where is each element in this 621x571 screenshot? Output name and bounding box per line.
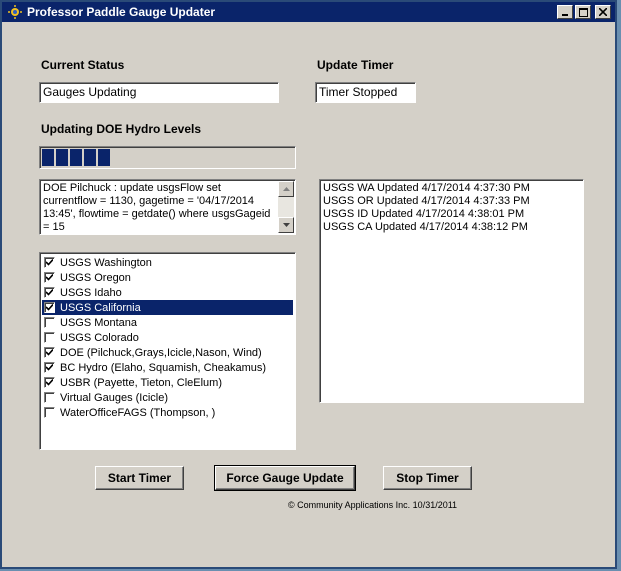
checkbox[interactable] — [44, 392, 55, 403]
update-timer-label: Update Timer — [317, 58, 394, 72]
progress-fill — [42, 149, 110, 166]
checklist-item[interactable]: USGS Montana — [42, 315, 293, 330]
current-status-label: Current Status — [41, 58, 125, 72]
checkbox[interactable] — [44, 407, 55, 418]
checkbox[interactable] — [44, 302, 55, 313]
progress-label: Updating DOE Hydro Levels — [41, 122, 202, 136]
checklist-item-label: USGS Montana — [60, 316, 138, 329]
checklist-item-label: Virtual Gauges (Icicle) — [60, 391, 169, 404]
start-timer-button[interactable]: Start Timer — [95, 466, 184, 490]
progress-block — [84, 149, 96, 166]
log-entry[interactable]: USGS WA Updated 4/17/2014 4:37:30 PM — [323, 182, 580, 195]
stop-timer-button[interactable]: Stop Timer — [383, 466, 472, 490]
check-icon — [46, 379, 53, 386]
checklist-item[interactable]: USGS Colorado — [42, 330, 293, 345]
checklist-item[interactable]: Virtual Gauges (Icicle) — [42, 390, 293, 405]
checkbox[interactable] — [44, 317, 55, 328]
checklist-item[interactable]: USGS Idaho — [42, 285, 293, 300]
checkbox[interactable] — [44, 272, 55, 283]
check-icon — [46, 349, 53, 356]
window-title: Professor Paddle Gauge Updater — [27, 5, 216, 19]
check-icon — [46, 274, 53, 281]
force-gauge-update-button[interactable]: Force Gauge Update — [214, 465, 356, 491]
checklist-item[interactable]: DOE (Pilchuck,Grays,Icicle,Nason, Wind) — [42, 345, 293, 360]
scroll-up-button[interactable] — [278, 181, 294, 197]
log-entry[interactable]: USGS OR Updated 4/17/2014 4:37:33 PM — [323, 195, 580, 208]
checklist-item-label: USGS Colorado — [60, 331, 139, 344]
checklist-item[interactable]: WaterOfficeFAGS (Thompson, ) — [42, 405, 293, 420]
checklist-item[interactable]: BC Hydro (Elaho, Squamish, Cheakamus) — [42, 360, 293, 375]
maximize-button[interactable] — [575, 5, 591, 19]
checklist-item[interactable]: USGS California — [42, 300, 293, 315]
checklist-item[interactable]: USGS Washington — [42, 255, 293, 270]
progress-block — [56, 149, 68, 166]
check-icon — [46, 364, 53, 371]
checklist-item-label: BC Hydro (Elaho, Squamish, Cheakamus) — [60, 361, 267, 374]
checklist-item[interactable]: USGS Oregon — [42, 270, 293, 285]
checklist-item-label: USGS Idaho — [60, 286, 122, 299]
app-icon[interactable] — [7, 4, 23, 20]
checkbox[interactable] — [44, 257, 55, 268]
checklist-item-label: WaterOfficeFAGS (Thompson, ) — [60, 406, 216, 419]
checklist-item-label: USBR (Payette, Tieton, CleElum) — [60, 376, 223, 389]
sql-scrollbar[interactable] — [278, 181, 294, 233]
sql-output-text: DOE Pilchuck : update usgsFlow set curre… — [43, 182, 271, 233]
checkbox[interactable] — [44, 362, 55, 373]
progress-block — [98, 149, 110, 166]
checkbox[interactable] — [44, 377, 55, 388]
current-status-field[interactable]: Gauges Updating — [39, 82, 279, 103]
log-entry[interactable]: USGS CA Updated 4/17/2014 4:38:12 PM — [323, 221, 580, 234]
check-icon — [46, 289, 53, 296]
scroll-down-button[interactable] — [278, 217, 294, 233]
close-button[interactable] — [595, 5, 611, 19]
checkbox[interactable] — [44, 287, 55, 298]
checklist-item-label: USGS Oregon — [60, 271, 131, 284]
app-window: Professor Paddle Gauge Updater Current S… — [0, 0, 617, 569]
checklist-item-label: DOE (Pilchuck,Grays,Icicle,Nason, Wind) — [60, 346, 262, 359]
progress-block — [42, 149, 54, 166]
checkbox[interactable] — [44, 347, 55, 358]
source-checklist[interactable]: USGS Washington USGS Oregon USGS Idaho USGS… — [39, 252, 296, 450]
copyright-text: © Community Applications Inc. 10/31/2011 — [288, 500, 458, 510]
check-icon — [46, 304, 53, 311]
checklist-item-label: USGS Washington — [60, 256, 152, 269]
minimize-button[interactable] — [557, 5, 573, 19]
progress-block — [70, 149, 82, 166]
update-log-list[interactable]: USGS WA Updated 4/17/2014 4:37:30 PM USGS… — [319, 179, 584, 403]
checklist-item[interactable]: USBR (Payette, Tieton, CleElum) — [42, 375, 293, 390]
sql-output-box[interactable]: DOE Pilchuck : update usgsFlow set curre… — [39, 179, 296, 235]
check-icon — [46, 259, 53, 266]
checkbox[interactable] — [44, 332, 55, 343]
log-entry[interactable]: USGS ID Updated 4/17/2014 4:38:01 PM — [323, 208, 580, 221]
checklist-item-label: USGS California — [60, 301, 141, 314]
title-bar[interactable]: Professor Paddle Gauge Updater — [2, 2, 615, 22]
progress-bar — [39, 146, 296, 169]
update-timer-field[interactable]: Timer Stopped — [315, 82, 416, 103]
